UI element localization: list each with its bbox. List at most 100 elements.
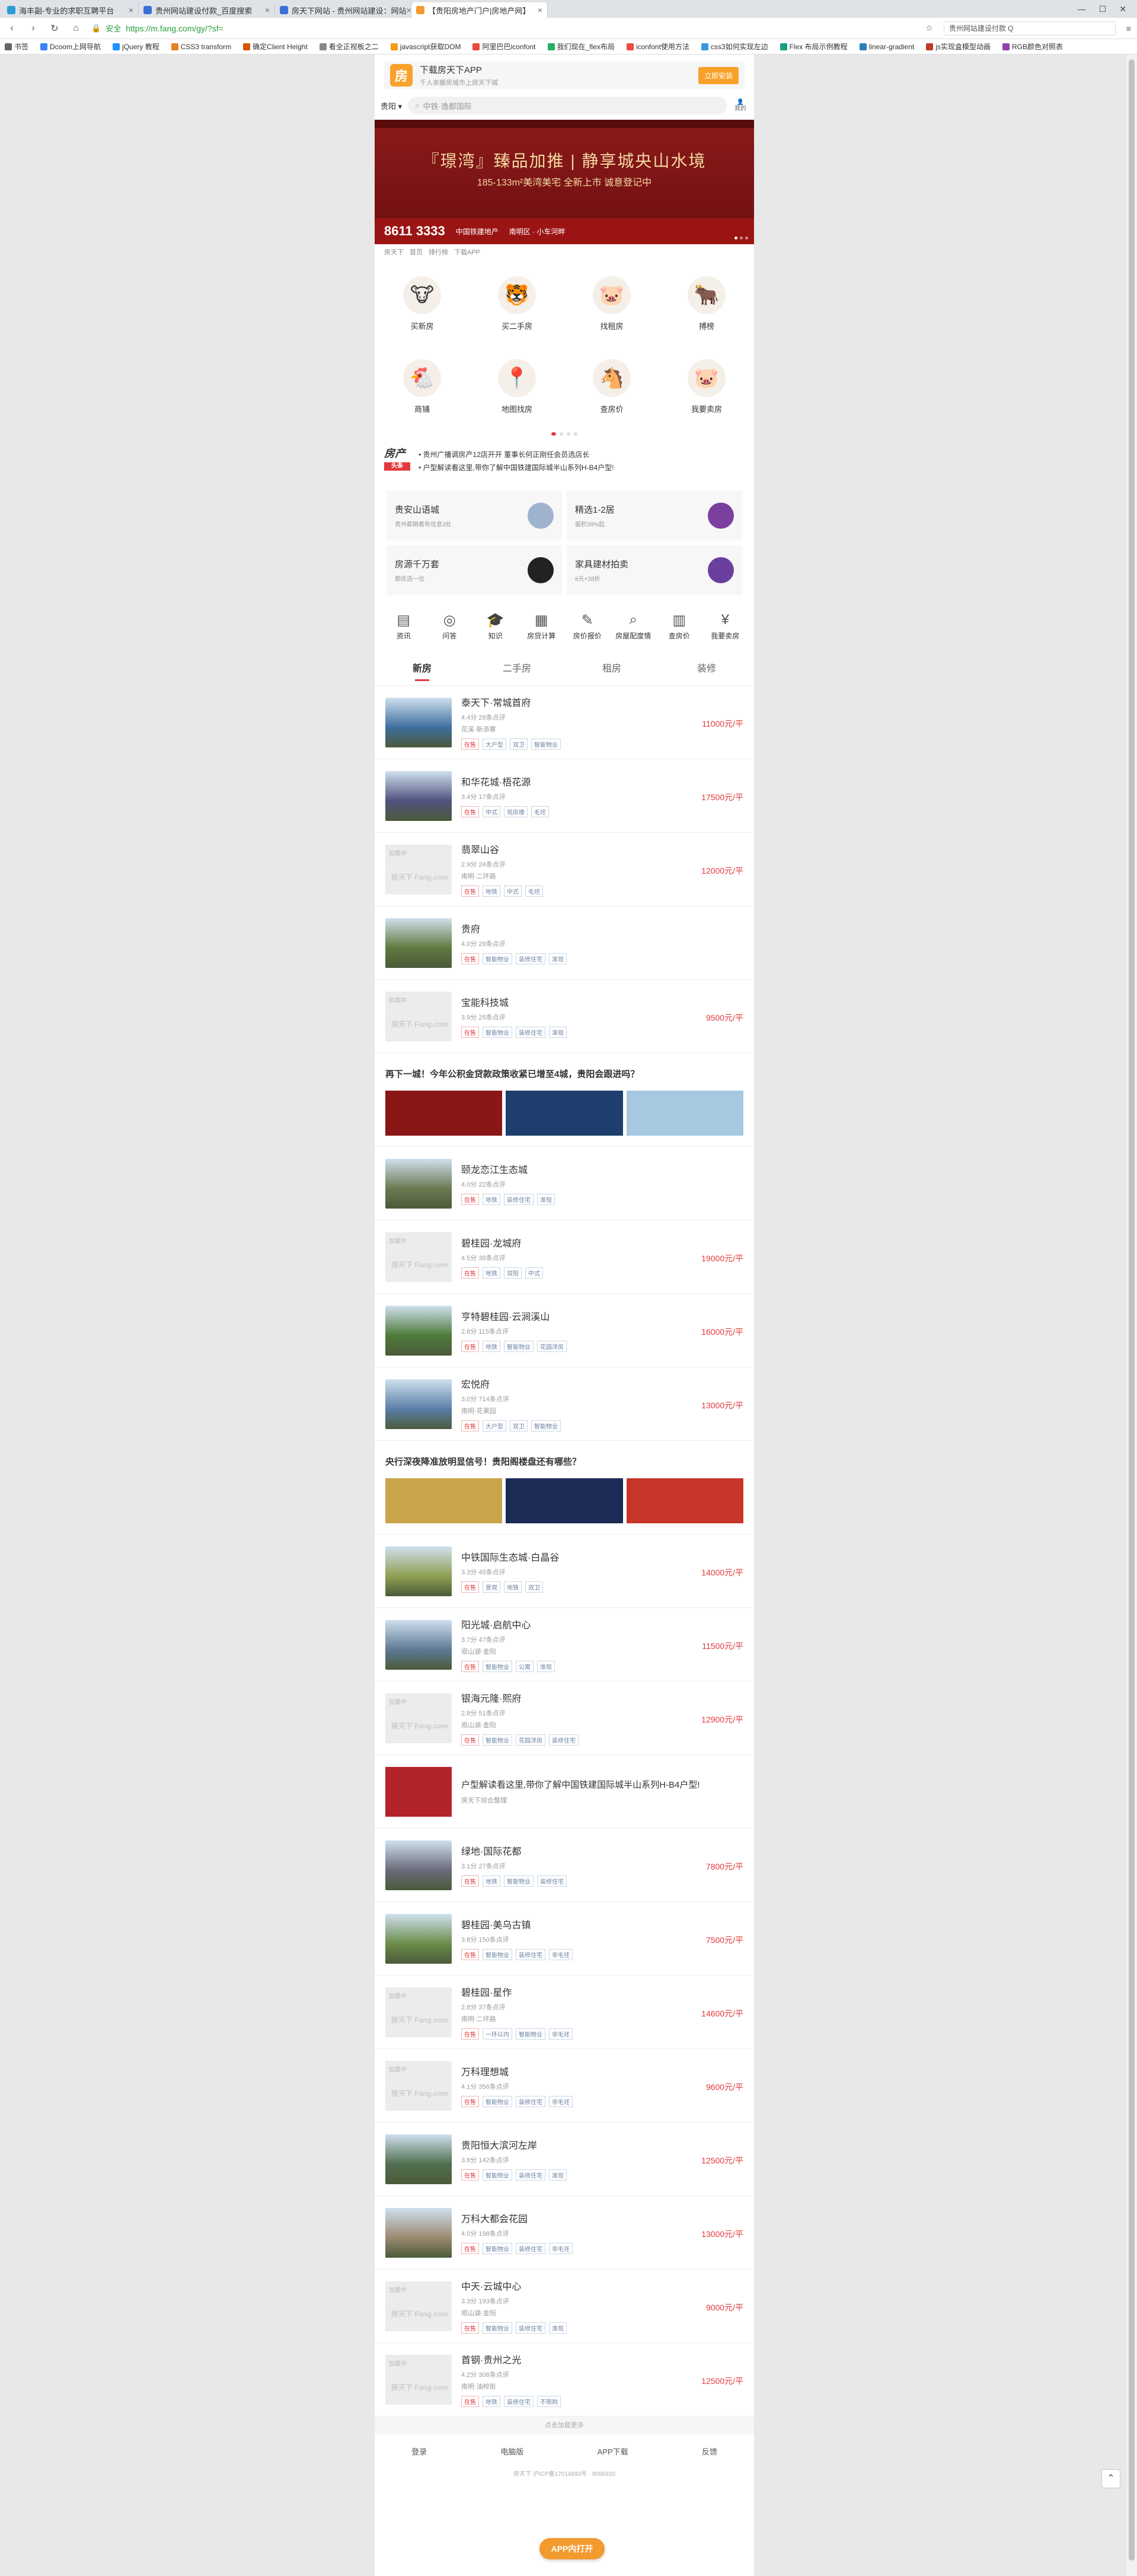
tab-close-icon[interactable]: × — [129, 5, 133, 15]
promo-card[interactable]: 家具建材拍卖 8元+38折 — [567, 545, 742, 595]
footer-link[interactable]: APP下载 — [598, 2446, 628, 2457]
news-ticker[interactable]: 房产 头条 • 贵州广播调房产12店开开 董事长何正刚任会员选店长 • 户型解读看… — [375, 440, 754, 482]
listing-row[interactable]: 加载中 房天下 Fang.com 宝能科技城 3.9分 25条点评 在售 智能物业 装修住宅… — [375, 980, 754, 1053]
listing-row[interactable]: 加载中 房天下 Fang.com 碧桂园·龙城府 4.5分 38条点评 在售 地铁 双阳 中式… — [375, 1220, 754, 1294]
scrollbar-thumb[interactable] — [1129, 59, 1135, 2561]
browser-search-box[interactable]: 贵州网站建设付款 Q — [943, 21, 1116, 36]
tab-close-icon[interactable]: × — [407, 5, 411, 15]
breadcrumb-item[interactable]: 首页 — [410, 247, 423, 257]
breadcrumb-item[interactable]: 房天下 — [384, 247, 404, 257]
breadcrumb-item[interactable]: 排行榜 — [429, 247, 448, 257]
grid-item[interactable]: 📍 地图找房 — [470, 345, 564, 428]
tool-item[interactable]: ⌕ 房屋配度情 — [611, 612, 657, 641]
listing-row[interactable]: 和华花城·梧花源 3.4分 17条点评 在售 中式 现房楼 毛坯 17500元/平 — [375, 759, 754, 833]
grid-item[interactable]: 🐷 我要卖房 — [659, 345, 754, 428]
listing-row[interactable]: 万科大都会花园 4.0分 198条点评 在售 智能物业 装修住宅 非毛坯 13000元/平 — [375, 2196, 754, 2270]
listing-row[interactable]: 碧桂园·美乌古镇 3.8分 150条点评 在售 智能物业 装修住宅 非毛坯 7500元/平 — [375, 1902, 754, 1976]
listing-row[interactable]: 贵府 4.0分 29条点评 在售 智能物业 装修住宅 准现 — [375, 906, 754, 980]
bookmark-item[interactable]: javascript获取DOM — [390, 41, 461, 52]
promo-card[interactable]: 贵安山语城 贵州都期看有信息3处 — [387, 491, 562, 541]
listing-row[interactable]: 贵阳恒大滨河左岸 3.8分 142条点评 在售 智能物业 装修住宅 准现 12500元/平 — [375, 2123, 754, 2196]
listing-row[interactable]: 中铁国际生态城·白晶谷 3.3分 45条点评 在售 景观 地铁 双卫 14000元/平 — [375, 1535, 754, 1608]
url-field[interactable]: 🔒 安全 https://m.fang.com/gy/?sf= — [91, 21, 684, 36]
back-icon[interactable]: ‹ — [6, 23, 18, 34]
footer-link[interactable]: 电脑版 — [500, 2446, 523, 2457]
bookmark-item[interactable]: 书签 — [5, 41, 28, 52]
forward-icon[interactable]: › — [27, 23, 39, 34]
bookmark-item[interactable]: 看全正视板之二 — [319, 41, 379, 52]
listing-row[interactable]: 颐龙恋江生态城 4.0分 22条点评 在售 地铁 装修住宅 准现 — [375, 1147, 754, 1220]
bookmark-item[interactable]: Dcoom上网导航 — [40, 41, 101, 52]
close-window-icon[interactable]: ✕ — [1119, 4, 1126, 14]
home-icon[interactable]: ⌂ — [70, 23, 82, 34]
reload-icon[interactable]: ↻ — [49, 23, 60, 34]
menu-icon[interactable]: ≡ — [1126, 24, 1131, 33]
download-app-bar[interactable]: 房 下载房天下APP 千人亲搬房城市上房天下城 立即安装 — [384, 62, 745, 89]
news-line[interactable]: • 贵州广播调房产12店开开 董事长何正刚任会员选店长 — [419, 448, 614, 461]
browser-tab[interactable]: 房天下网站 - 贵州网站建设：网站 × — [275, 2, 411, 18]
browser-tab[interactable]: 【贵阳房地产门户|房地产网】 × — [411, 2, 548, 18]
listing-row[interactable]: 加载中 房天下 Fang.com 首钢·贵州之光 4.2分 308条点评 南明·油榨街在… — [375, 2343, 754, 2417]
footer-link[interactable]: 登录 — [411, 2446, 427, 2457]
grid-item[interactable]: 🐴 查房价 — [564, 345, 659, 428]
my-account-button[interactable]: 👤 我的 — [733, 99, 748, 112]
open-in-app-button[interactable]: APP内打开 — [539, 2538, 605, 2559]
bookmark-item[interactable]: CSS3 transform — [171, 43, 231, 51]
grid-item[interactable]: 🐔 商铺 — [375, 345, 470, 428]
tool-item[interactable]: 🎓 知识 — [472, 612, 519, 641]
listing-row[interactable]: 绿地·国际花都 3.1分 27条点评 在售 地铁 智能物业 装修住宅 7800元/平 — [375, 1829, 754, 1902]
listing-row[interactable]: 加载中 房天下 Fang.com 银海元隆·熙府 2.8分 51条点评 观山湖·金阳 在售… — [375, 1682, 754, 1755]
load-more-button[interactable]: 点击加载更多 — [375, 2417, 754, 2434]
grid-item[interactable]: 🐂 搏榜 — [659, 262, 754, 345]
grid-item[interactable]: 🐯 买二手房 — [470, 262, 564, 345]
bookmark-item[interactable]: Flex 布局示例教程 — [780, 41, 848, 52]
article-block[interactable]: 央行深夜降准放明显信号！贵阳阁楼盘还有哪些？ — [375, 1441, 754, 1535]
install-button[interactable]: 立即安装 — [698, 66, 739, 84]
star-icon[interactable]: ☆ — [925, 23, 933, 33]
grid-item[interactable]: 🐮 买新房 — [375, 262, 470, 345]
feature-article[interactable]: 户型解读看这里,带你了解中国铁建国际城半山系列H-B4户型! 房天下综合整理 — [375, 1755, 754, 1829]
footer-link[interactable]: 反馈 — [702, 2446, 717, 2457]
listing-row[interactable]: 加载中 房天下 Fang.com 万科理想城 4.1分 356条点评 在售 智能物业 装修住… — [375, 2049, 754, 2123]
search-input[interactable]: ⌕ 中铁·逸都国际 — [408, 97, 727, 114]
grid-item[interactable]: 🐷 找租房 — [564, 262, 659, 345]
maximize-icon[interactable]: ☐ — [1099, 4, 1107, 14]
browser-tab[interactable]: 海丰副-专业的求职互聘平台 × — [2, 2, 139, 18]
tool-item[interactable]: ✎ 房价报价 — [564, 612, 611, 641]
bookmark-item[interactable]: 阿里巴巴iconfont — [472, 41, 536, 52]
listing-row[interactable]: 加载中 房天下 Fang.com 碧桂园·星作 2.8分 37条点评 南明·二环路 在售一… — [375, 1976, 754, 2049]
tool-item[interactable]: ¥ 我要卖房 — [702, 612, 749, 641]
bookmark-item[interactable]: 确定Client Height — [243, 41, 308, 52]
tab-close-icon[interactable]: × — [265, 5, 270, 15]
bookmark-item[interactable]: iconfont使用方法 — [626, 41, 689, 52]
tool-item[interactable]: ▤ 资讯 — [381, 612, 427, 641]
breadcrumb-item[interactable]: 下载APP — [454, 247, 480, 257]
listing-tab[interactable]: 装修 — [659, 653, 754, 686]
tool-item[interactable]: ▦ 房贷计算 — [519, 612, 565, 641]
browser-tab[interactable]: 贵州网站建设付款_百度搜索 × — [139, 2, 275, 18]
promo-banner[interactable]: 『璟湾』臻品加推 | 静享城央山水境 185-133m²美湾美宅 全新上市 诚意… — [375, 120, 754, 244]
listing-row[interactable]: 宏悦府 3.0分 714条点评 南明·花果园 在售 大户型 双卫 智能物业 13000元/平 — [375, 1367, 754, 1441]
page-scrollbar[interactable] — [1126, 55, 1137, 2576]
news-line[interactable]: • 户型解读看这里,带你了解中国铁建国际城半山系列H-B4户型! — [419, 461, 614, 474]
bookmark-item[interactable]: jQuery 教程 — [113, 41, 159, 52]
listing-tab[interactable]: 租房 — [564, 653, 659, 686]
listing-row[interactable]: 加载中 房天下 Fang.com 翡翠山谷 2.9分 24条点评 南明·二环路 在售 地铁中… — [375, 833, 754, 906]
bookmark-item[interactable]: js实现盒模型动画 — [926, 41, 991, 52]
back-to-top-button[interactable]: ⌃ — [1101, 2469, 1120, 2488]
listing-row[interactable]: 泰天下·常城首府 4.4分 28条点评 花溪·新添寨 在售 大户型 双卫 智能物业 11000… — [375, 686, 754, 759]
city-select[interactable]: 贵阳 ▾ — [381, 100, 402, 111]
listing-row[interactable]: 亨特碧桂园·云涧溪山 2.8分 115条点评 在售 地铁 智能物业 花园洋房 16000元/… — [375, 1294, 754, 1367]
promo-card[interactable]: 房源千万套 都优选一位 — [387, 545, 562, 595]
listing-tab[interactable]: 新房 — [375, 653, 470, 686]
article-block[interactable]: 再下一城！今年公积金贷款政策收紧已增至4城，贵阳会跟进吗？ — [375, 1053, 754, 1147]
promo-card[interactable]: 精选1-2居 面积39%起 — [567, 491, 742, 541]
listing-row[interactable]: 加载中 房天下 Fang.com 中天·云城中心 3.3分 193条点评 观山湖·金阳在… — [375, 2270, 754, 2343]
bookmark-item[interactable]: css3如何实现左边 — [701, 41, 768, 52]
tool-item[interactable]: ▥ 查房价 — [656, 612, 702, 641]
bookmark-item[interactable]: 我们现在_flex布局 — [547, 41, 615, 52]
tool-item[interactable]: ◎ 问答 — [427, 612, 473, 641]
tab-close-icon[interactable]: × — [538, 5, 542, 15]
listing-row[interactable]: 阳光城·启航中心 3.7分 47条点评 观山湖·金阳 在售 智能物业 公寓 准现 11500元… — [375, 1608, 754, 1682]
listing-tab[interactable]: 二手房 — [470, 653, 564, 686]
